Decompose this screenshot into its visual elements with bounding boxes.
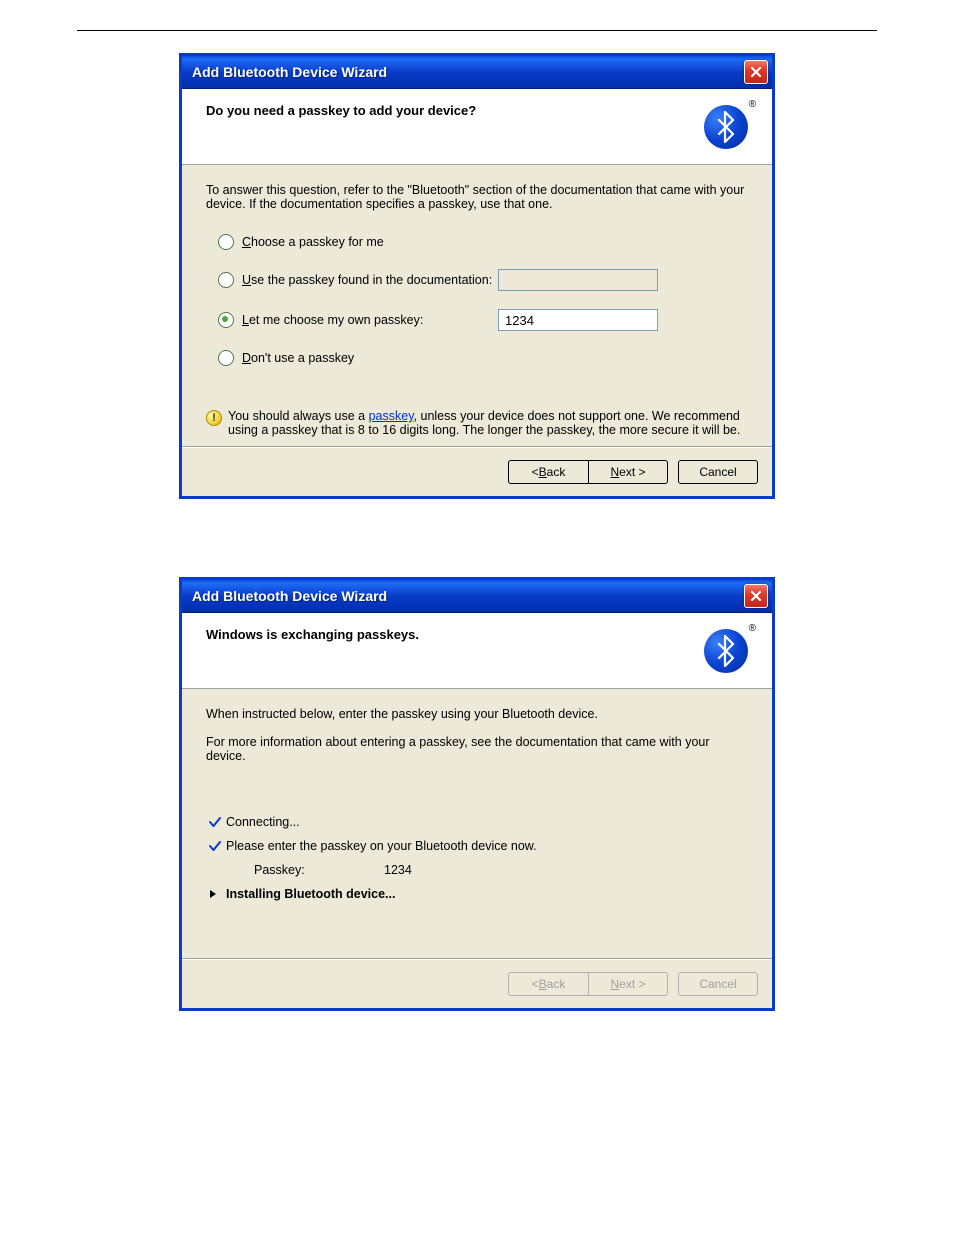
close-icon	[750, 66, 762, 78]
info-note: ! You should always use a passkey, unles…	[206, 409, 748, 437]
wizard-body: When instructed below, enter the passkey…	[182, 689, 772, 959]
info-text: You should always use a passkey, unless …	[228, 409, 748, 437]
wizard-passkey-choice: Add Bluetooth Device Wizard Do you need …	[179, 53, 775, 499]
radio-label-choose[interactable]: Choose a passkey for me	[242, 235, 384, 249]
own-passkey-input[interactable]	[498, 309, 658, 331]
wizard-body: To answer this question, refer to the "B…	[182, 165, 772, 447]
arrow-icon	[208, 889, 226, 899]
warning-icon: !	[206, 410, 222, 426]
registered-mark: ®	[749, 623, 756, 634]
wizard-exchanging-passkeys: Add Bluetooth Device Wizard Windows is e…	[179, 577, 775, 1011]
window-title: Add Bluetooth Device Wizard	[192, 64, 744, 80]
radio-no-passkey[interactable]	[218, 350, 234, 366]
doc-passkey-input	[498, 269, 658, 291]
passkey-value: 1234	[384, 863, 412, 877]
close-button[interactable]	[744, 60, 768, 84]
status-list: Connecting... Please enter the passkey o…	[206, 815, 748, 901]
status-enter-passkey: Please enter the passkey on your Bluetoo…	[208, 839, 748, 853]
titlebar: Add Bluetooth Device Wizard	[182, 580, 772, 613]
cancel-button: Cancel	[678, 972, 758, 996]
bluetooth-icon	[704, 629, 748, 673]
instruction-line-2: For more information about entering a pa…	[206, 735, 748, 763]
close-icon	[750, 590, 762, 602]
back-button: < Back	[508, 972, 588, 996]
next-button[interactable]: Next >	[588, 460, 668, 484]
passkey-link[interactable]: passkey	[369, 409, 414, 423]
passkey-options: Choose a passkey for me Use the passkey …	[206, 211, 748, 393]
radio-use-documentation[interactable]	[218, 272, 234, 288]
intro-text: To answer this question, refer to the "B…	[206, 183, 748, 211]
page-divider	[77, 30, 877, 31]
bluetooth-icon	[704, 105, 748, 149]
wizard-footer: < Back Next > Cancel	[182, 447, 772, 496]
bluetooth-logo-wrap: ®	[704, 99, 756, 151]
page-title: Windows is exchanging passkeys.	[206, 627, 748, 642]
radio-label-none[interactable]: Don't use a passkey	[242, 351, 354, 365]
titlebar: Add Bluetooth Device Wizard	[182, 56, 772, 89]
page-title: Do you need a passkey to add your device…	[206, 103, 748, 118]
wizard-header: Windows is exchanging passkeys. ®	[182, 613, 772, 689]
wizard-header: Do you need a passkey to add your device…	[182, 89, 772, 165]
back-button[interactable]: < Back	[508, 460, 588, 484]
radio-label-own[interactable]: Let me choose my own passkey:	[242, 313, 423, 327]
bluetooth-logo-wrap: ®	[704, 623, 756, 675]
status-connecting: Connecting...	[208, 815, 748, 829]
passkey-label: Passkey:	[254, 863, 384, 877]
radio-label-doc[interactable]: Use the passkey found in the documentati…	[242, 273, 492, 287]
window-title: Add Bluetooth Device Wizard	[192, 588, 744, 604]
passkey-display: Passkey: 1234	[254, 863, 748, 877]
cancel-button[interactable]: Cancel	[678, 460, 758, 484]
check-icon	[208, 815, 226, 829]
close-button[interactable]	[744, 584, 768, 608]
next-button: Next >	[588, 972, 668, 996]
wizard-footer: < Back Next > Cancel	[182, 959, 772, 1008]
radio-choose-for-me[interactable]	[218, 234, 234, 250]
radio-own-passkey[interactable]	[218, 312, 234, 328]
registered-mark: ®	[749, 99, 756, 110]
status-installing: Installing Bluetooth device...	[208, 887, 748, 901]
instruction-line-1: When instructed below, enter the passkey…	[206, 707, 748, 721]
check-icon	[208, 839, 226, 853]
